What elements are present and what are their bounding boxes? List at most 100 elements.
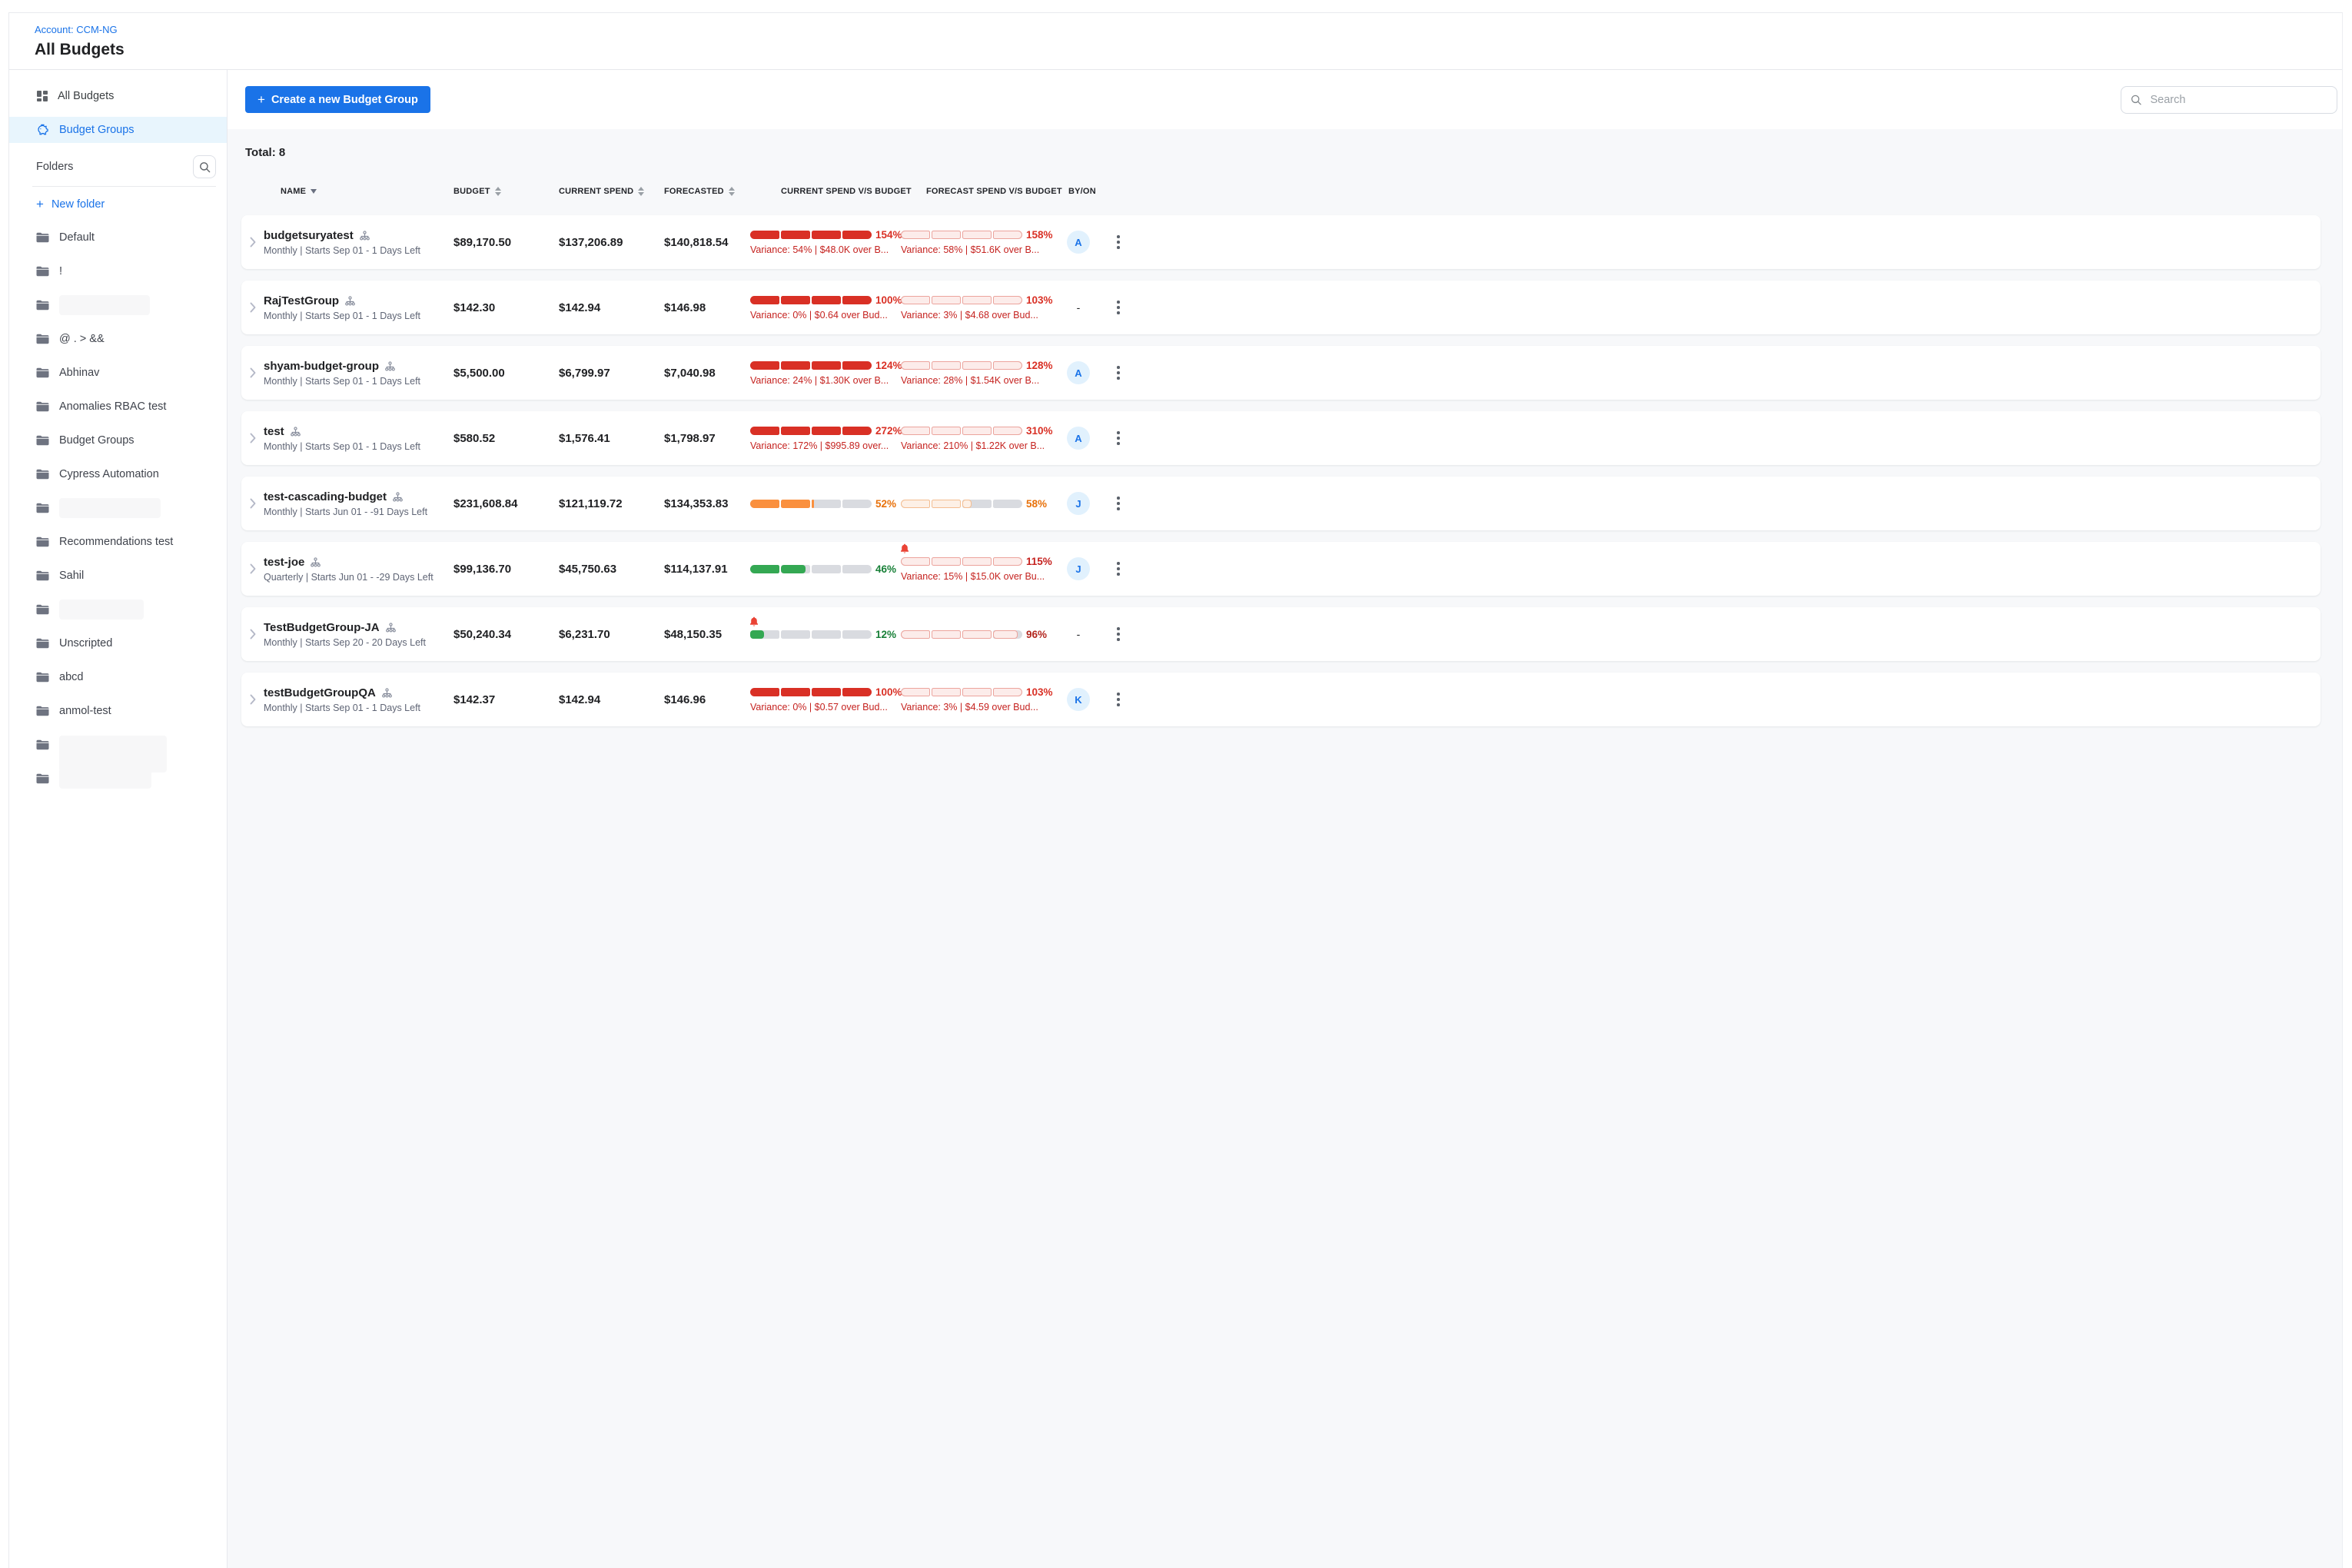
- folder-item-default[interactable]: Default: [9, 228, 227, 247]
- current-spend-vs-budget: 272% Variance: 172% | $995.89 over...: [750, 411, 901, 465]
- chevron-right-icon: [250, 433, 256, 443]
- forecasted-value: $134,353.83: [664, 497, 750, 510]
- column-header-budget[interactable]: BUDGET: [453, 187, 559, 196]
- column-header-current-spend[interactable]: CURRENT SPEND: [559, 187, 664, 196]
- progress-bar: [901, 557, 1022, 566]
- budget-group-name: shyam-budget-group: [264, 360, 379, 373]
- sitemap-icon: [393, 492, 403, 502]
- folder-item-abcd[interactable]: abcd: [9, 668, 227, 686]
- folder-item[interactable]: [9, 499, 227, 517]
- column-header-name[interactable]: NAME: [264, 187, 453, 196]
- sitemap-icon: [311, 557, 321, 567]
- sitemap-icon: [386, 623, 396, 633]
- folder-item-abhinav[interactable]: Abhinav: [9, 364, 227, 382]
- dashboard-icon: [36, 90, 48, 102]
- folder-label: Anomalies RBAC test: [59, 400, 166, 413]
- progress-bar: [750, 427, 872, 435]
- sidebar-divider: [32, 186, 216, 187]
- current-spend-vs-budget: 154% Variance: 54% | $48.0K over B...: [750, 215, 901, 269]
- kebab-menu-icon[interactable]: [1114, 363, 1123, 383]
- folder-item-budget-groups[interactable]: Budget Groups: [9, 431, 227, 450]
- row-expand-button[interactable]: [248, 498, 264, 509]
- folder-item[interactable]: [9, 296, 227, 314]
- sidebar-item-budget-groups[interactable]: Budget Groups: [9, 117, 227, 143]
- budget-period: Monthly | Starts Sep 01 - 1 Days Left: [264, 376, 453, 387]
- redacted-folder-label: [59, 498, 161, 518]
- folder-item-anmol-test[interactable]: anmol-test: [9, 702, 227, 720]
- folder-item[interactable]: [9, 736, 227, 754]
- bell-icon: [749, 616, 759, 631]
- row-expand-button[interactable]: [248, 302, 264, 313]
- chevron-right-icon: [250, 694, 256, 705]
- kebab-menu-icon[interactable]: [1114, 689, 1123, 709]
- account-breadcrumb-link[interactable]: Account: CCM-NG: [35, 24, 118, 35]
- row-expand-button[interactable]: [248, 563, 264, 574]
- table-header-row: NAME BUDGET CURRENT SPEND FORECASTED CUR…: [241, 187, 2320, 196]
- progress-percent: 12%: [875, 629, 896, 640]
- forecast-spend-vs-budget: 115% Variance: 15% | $15.0K over Bu...: [901, 542, 1051, 596]
- redacted-folder-label: [59, 600, 144, 620]
- folder-icon: [36, 638, 49, 649]
- kebab-menu-icon[interactable]: [1114, 493, 1123, 513]
- kebab-menu-icon[interactable]: [1114, 232, 1123, 252]
- progress-bar: [750, 296, 872, 304]
- kebab-menu-icon[interactable]: [1114, 428, 1123, 448]
- folder-icon: [36, 604, 49, 615]
- owner-avatar: K: [1067, 688, 1090, 711]
- folder-item--[interactable]: @ . > &&: [9, 330, 227, 348]
- sitemap-icon: [385, 361, 395, 371]
- folder-item-anomalies-rbac-test[interactable]: Anomalies RBAC test: [9, 397, 227, 416]
- progress-percent: 103%: [1026, 294, 1053, 306]
- progress-percent: 115%: [1026, 556, 1052, 567]
- kebab-menu-icon[interactable]: [1114, 559, 1123, 579]
- progress-bar: [750, 630, 872, 639]
- variance-text: Variance: 210% | $1.22K over B...: [901, 440, 1051, 451]
- folder-icon: [36, 469, 49, 480]
- sitemap-icon: [360, 231, 370, 241]
- row-expand-button[interactable]: [248, 694, 264, 705]
- folder-item-unscripted[interactable]: Unscripted: [9, 634, 227, 653]
- budget-group-name: TestBudgetGroup-JA: [264, 621, 380, 634]
- folder-label: !: [59, 265, 62, 277]
- forecasted-value: $114,137.91: [664, 563, 750, 576]
- folder-item-recommendations-test[interactable]: Recommendations test: [9, 533, 227, 551]
- column-header-forecasted[interactable]: FORECASTED: [664, 187, 750, 196]
- current-spend-vs-budget: 12%: [750, 607, 901, 661]
- folder-label: Sahil: [59, 570, 84, 582]
- new-folder-button[interactable]: + New folder: [9, 197, 227, 212]
- folder-icon: [36, 300, 49, 311]
- folder-icon: [36, 435, 49, 446]
- folder-item-sahil[interactable]: Sahil: [9, 566, 227, 585]
- row-expand-button[interactable]: [248, 433, 264, 443]
- create-budget-group-button[interactable]: + Create a new Budget Group: [245, 86, 430, 113]
- sidebar-item-all-budgets[interactable]: All Budgets: [9, 83, 227, 109]
- folder-item-cypress-automation[interactable]: Cypress Automation: [9, 465, 227, 483]
- budget-group-name: test: [264, 425, 284, 438]
- variance-text: Variance: 0% | $0.57 over Bud...: [750, 702, 901, 713]
- column-header-by-on: BY/ON: [1051, 187, 1105, 196]
- page-title: All Budgets: [35, 41, 2342, 59]
- budget-value: $99,136.70: [453, 563, 559, 576]
- folder-icon: [36, 706, 49, 716]
- sitemap-icon: [382, 688, 392, 698]
- folders-search-button[interactable]: [193, 155, 216, 178]
- folder-item[interactable]: [9, 600, 227, 619]
- search-input[interactable]: [2149, 93, 2328, 107]
- budget-value: $142.37: [453, 693, 559, 706]
- current-spend-value: $45,750.63: [559, 563, 664, 576]
- redacted-folder-label: [59, 736, 167, 772]
- kebab-menu-icon[interactable]: [1114, 624, 1123, 644]
- folder-icon: [36, 739, 49, 750]
- kebab-menu-icon[interactable]: [1114, 297, 1123, 317]
- budget-period: Quarterly | Starts Jun 01 - -29 Days Lef…: [264, 572, 453, 583]
- owner-avatar: J: [1067, 492, 1090, 515]
- folder-icon: [36, 266, 49, 277]
- row-expand-button[interactable]: [248, 629, 264, 639]
- row-expand-button[interactable]: [248, 367, 264, 378]
- progress-percent: 158%: [1026, 229, 1053, 241]
- row-expand-button[interactable]: [248, 237, 264, 247]
- progress-percent: 100%: [875, 686, 902, 698]
- progress-bar: [901, 361, 1022, 370]
- budget-value: $50,240.34: [453, 628, 559, 641]
- folder-item--[interactable]: !: [9, 262, 227, 281]
